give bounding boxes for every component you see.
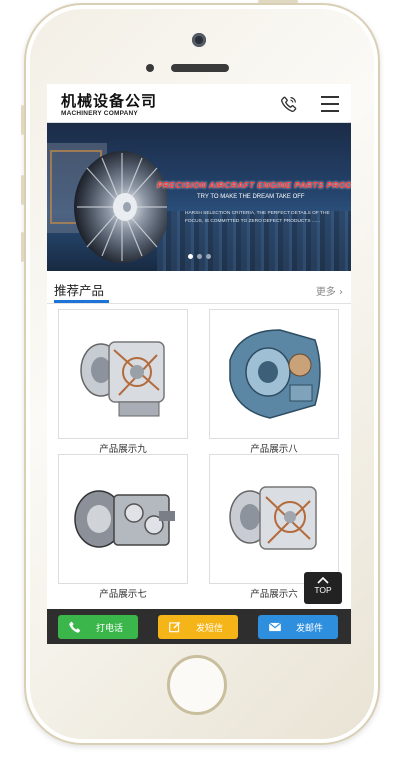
gear-assembly-image <box>74 490 175 548</box>
mail-icon <box>268 622 282 632</box>
sms-button-label[interactable]: 发短信 <box>196 621 223 634</box>
home-button[interactable] <box>167 655 227 715</box>
chevron-right-icon: › <box>339 287 343 298</box>
section-title-underline <box>54 300 109 303</box>
back-to-top-label: TOP <box>314 585 332 595</box>
carousel-dot[interactable] <box>196 254 202 259</box>
company-subtitle: MACHINERY COMPANY <box>61 110 138 117</box>
product-name-1[interactable]: 产品展示九 <box>58 441 188 455</box>
mute-switch <box>21 105 24 135</box>
banner-title: PRECISION AIRCRAFT ENGINE PARTS PRODUCTS <box>157 180 351 190</box>
proximity-sensor <box>146 64 154 72</box>
more-link[interactable]: 更多 › <box>316 283 343 298</box>
carousel-dot[interactable] <box>205 254 211 259</box>
power-button <box>258 0 298 3</box>
blue-transmission-image <box>229 329 321 419</box>
earpiece-speaker <box>171 64 229 72</box>
section-title: 推荐产品 <box>54 283 105 298</box>
sms-button[interactable]: 发短信 <box>158 615 238 639</box>
product-card-1[interactable] <box>58 309 188 439</box>
company-name[interactable]: 机械设备公司 <box>61 90 157 111</box>
front-camera <box>192 33 206 47</box>
carousel-dots <box>47 244 351 263</box>
phone-screen: 机械设备公司 MACHINERY COMPANY PRECISION AIRCR… <box>47 84 351 644</box>
transmission-cutaway-image <box>80 341 165 417</box>
back-to-top-button[interactable]: TOP <box>304 572 342 604</box>
volume-down-button <box>21 232 24 262</box>
transmission-cutaway-image <box>229 486 317 550</box>
product-card-4[interactable] <box>209 454 339 584</box>
more-link-label[interactable]: 更多 <box>316 287 336 298</box>
volume-up-button <box>21 175 24 205</box>
call-button[interactable]: 打电话 <box>58 615 138 639</box>
banner-text-line-1: HARSH SELECTION CRITERIA, THE PERFECT DE… <box>185 211 330 216</box>
banner-subtitle: TRY TO MAKE THE DREAM TAKE OFF <box>197 194 305 200</box>
product-card-2[interactable] <box>209 309 339 439</box>
recommended-products-header: 推荐产品 更多 › <box>47 277 351 304</box>
email-button-label[interactable]: 发邮件 <box>296 621 323 634</box>
chevron-up-icon <box>317 576 329 584</box>
email-button[interactable]: 发邮件 <box>258 615 338 639</box>
hero-banner[interactable]: PRECISION AIRCRAFT ENGINE PARTS PRODUCTS… <box>47 123 351 271</box>
edit-message-icon <box>169 621 181 633</box>
phone-icon <box>69 621 81 633</box>
product-name-2[interactable]: 产品展示八 <box>209 441 339 455</box>
product-name-3[interactable]: 产品展示七 <box>58 586 188 600</box>
product-card-3[interactable] <box>58 454 188 584</box>
hamburger-menu-icon[interactable] <box>321 96 339 112</box>
phone-icon[interactable] <box>280 95 298 113</box>
call-button-label[interactable]: 打电话 <box>96 621 123 634</box>
banner-text-line-2: FOCUS, IS COMMITTED TO ZERO DEFECT PRODU… <box>185 219 320 224</box>
site-header: 机械设备公司 MACHINERY COMPANY <box>47 84 351 123</box>
carousel-dot[interactable] <box>187 254 193 259</box>
bottom-action-bar: 打电话 发短信 发邮件 <box>47 609 351 644</box>
